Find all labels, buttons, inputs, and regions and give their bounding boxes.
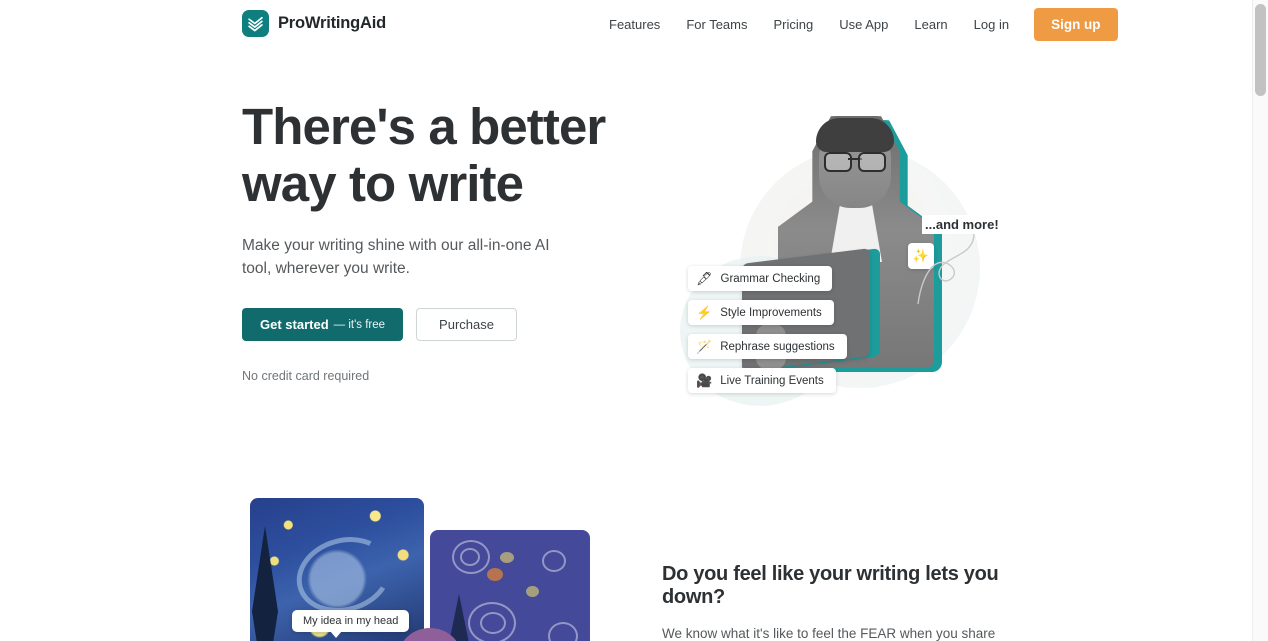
feature-chip-rephrase-suggestions[interactable]: 🪄 Rephrase suggestions	[688, 334, 847, 359]
lightning-icon: ⚡	[696, 305, 713, 320]
book-check-icon	[242, 10, 269, 37]
get-started-label: Get started	[260, 317, 329, 332]
balloon-line-icon	[917, 233, 975, 305]
feature-chip-label: Live Training Events	[720, 374, 824, 387]
idea-tooltip: My idea in my head	[292, 610, 410, 638]
idea-comparison-illustration: My idea in my head	[250, 498, 590, 641]
hero-subtitle: Make your writing shine with our all-in-…	[242, 237, 550, 277]
hero-actions: Get started — it's free Purchase	[242, 308, 642, 341]
feature-chip-label: Grammar Checking	[720, 272, 821, 285]
feature-chip-style-improvements[interactable]: ⚡ Style Improvements	[688, 300, 834, 325]
person-hair	[816, 118, 894, 152]
feature-chip-live-training-events[interactable]: 🎥 Live Training Events	[688, 368, 836, 393]
brand-logo[interactable]: ProWritingAid	[242, 10, 386, 37]
hero-title-line-1: There's a better	[242, 98, 606, 155]
nav-item-use-app[interactable]: Use App	[826, 9, 901, 40]
feature-chip-label: Rephrase suggestions	[720, 340, 835, 353]
hero-section: There's a better way to write Make your …	[0, 48, 1253, 468]
hero-copy: There's a better way to write Make your …	[242, 98, 642, 383]
video-camera-icon: 🎥	[696, 373, 713, 388]
simplified-painting-card	[430, 530, 590, 641]
feature-chip-grammar-checking[interactable]: 🖋 Grammar Checking	[688, 266, 833, 291]
hero-illustration: 🖋 Grammar Checking ⚡ Style Improvements …	[660, 106, 1020, 436]
purchase-button[interactable]: Purchase	[416, 308, 517, 341]
hero-title-line-2: way to write	[242, 155, 524, 212]
problem-copy: Do you feel like your writing lets you d…	[662, 563, 1022, 641]
feature-chip-label: Style Improvements	[720, 306, 822, 319]
nav-item-features[interactable]: Features	[596, 9, 673, 40]
nav-item-learn[interactable]: Learn	[901, 9, 960, 40]
nav-item-pricing[interactable]: Pricing	[760, 9, 826, 40]
glasses-icon	[824, 152, 886, 172]
sign-up-button[interactable]: Sign up	[1034, 8, 1118, 41]
and-more-callout: ...and more!	[917, 215, 1002, 305]
brand-name: ProWritingAid	[278, 14, 387, 32]
nav-item-log-in[interactable]: Log in	[961, 9, 1022, 40]
page-title: There's a better way to write	[242, 98, 642, 212]
magic-wand-icon: 🪄	[696, 339, 713, 354]
page-content: ProWritingAid Features For Teams Pricing…	[0, 0, 1253, 641]
get-started-button[interactable]: Get started — it's free	[242, 308, 404, 341]
main-navigation: Features For Teams Pricing Use App Learn…	[596, 8, 1118, 41]
section-title: Do you feel like your writing lets you d…	[662, 563, 999, 608]
site-header: ProWritingAid Features For Teams Pricing…	[0, 0, 1253, 48]
scrollbar-thumb[interactable]	[1255, 4, 1266, 96]
problem-section: My idea in my head Do you feel like your…	[0, 468, 1253, 641]
nav-item-for-teams[interactable]: For Teams	[673, 9, 760, 40]
page-scrollbar[interactable]	[1252, 0, 1268, 641]
section-body: We know what it's like to feel the FEAR …	[662, 626, 996, 641]
get-started-suffix: — it's free	[333, 318, 386, 331]
no-credit-card-note: No credit card required	[242, 369, 370, 383]
feature-chip-list: 🖋 Grammar Checking ⚡ Style Improvements …	[688, 266, 847, 393]
pen-icon: 🖋	[696, 271, 713, 286]
